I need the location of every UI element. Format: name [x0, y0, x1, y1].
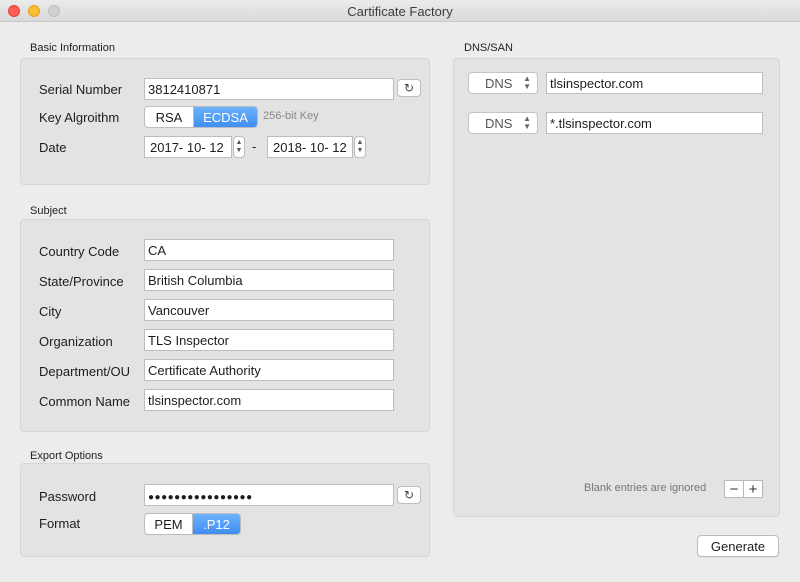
stepper-up-icon: ▲ [356, 139, 364, 146]
key-option-ecdsa[interactable]: ECDSA [194, 107, 257, 127]
chevron-updown-icon: ▲ ▼ [523, 74, 531, 91]
window-title: Cartificate Factory [347, 4, 453, 19]
department-field[interactable]: Certificate Authority [144, 359, 394, 381]
minus-icon: − [729, 480, 739, 498]
generate-button[interactable]: Generate [697, 535, 779, 557]
common-name-field[interactable]: tlsinspector.com [144, 389, 394, 411]
key-option-rsa[interactable]: RSA [145, 107, 194, 127]
regenerate-serial-button[interactable]: ↻ [397, 79, 421, 97]
start-date-stepper[interactable]: ▲ ▼ [233, 136, 245, 158]
serial-number-label: Serial Number [39, 82, 123, 97]
format-label: Format [39, 516, 81, 531]
stepper-down-icon: ▼ [356, 147, 364, 154]
dns-san-heading: DNS/SAN [464, 42, 513, 54]
stepper-up-icon: ▲ [235, 139, 243, 146]
password-label: Password [39, 489, 97, 504]
end-date-field[interactable]: 2018- 10- 12 [267, 136, 353, 158]
regenerate-password-button[interactable]: ↻ [397, 486, 421, 504]
key-size-hint: 256-bit Key [263, 110, 319, 122]
password-field[interactable]: ●●●●●●●●●●●●●●●● [144, 484, 394, 506]
dns-value-field-2[interactable]: *.tlsinspector.com [546, 112, 763, 134]
plus-icon: + [748, 480, 758, 498]
organization-label: Organization [39, 334, 113, 349]
refresh-icon: ↻ [403, 488, 415, 502]
dns-type-popup-2[interactable]: DNS ▲ ▼ [468, 112, 538, 134]
dns-value-field-1[interactable]: tlsinspector.com [546, 72, 763, 94]
end-date-stepper[interactable]: ▲ ▼ [354, 136, 366, 158]
date-label: Date [39, 140, 67, 155]
refresh-icon: ↻ [403, 81, 415, 95]
chevron-updown-icon: ▲ ▼ [523, 114, 531, 131]
dns-type-label: DNS [485, 75, 513, 91]
start-date-field[interactable]: 2017- 10- 12 [144, 136, 232, 158]
country-code-field[interactable]: CA [144, 239, 394, 261]
serial-number-field[interactable]: 3812410871 [144, 78, 394, 100]
country-code-label: Country Code [39, 244, 120, 259]
blank-entries-hint: Blank entries are ignored [584, 482, 707, 494]
key-algorithm-label: Key Algroithm [39, 110, 120, 125]
subject-heading: Subject [30, 205, 67, 217]
state-province-field[interactable]: British Columbia [144, 269, 394, 291]
format-control: PEM .P12 [144, 513, 241, 535]
key-algorithm-control: RSA ECDSA [144, 106, 258, 128]
date-range-separator: - [252, 139, 257, 154]
format-option-pem[interactable]: PEM [145, 514, 193, 534]
export-options-heading: Export Options [30, 450, 103, 462]
city-field[interactable]: Vancouver [144, 299, 394, 321]
stepper-down-icon: ▼ [235, 147, 243, 154]
remove-dns-entry-button[interactable]: − [724, 480, 744, 498]
dns-type-popup-1[interactable]: DNS ▲ ▼ [468, 72, 538, 94]
title-bar: Cartificate Factory [0, 0, 800, 22]
add-dns-entry-button[interactable]: + [743, 480, 763, 498]
common-name-label: Common Name [39, 394, 131, 409]
organization-field[interactable]: TLS Inspector [144, 329, 394, 351]
dns-type-label: DNS [485, 115, 513, 131]
city-label: City [39, 304, 62, 319]
export-options-group [20, 463, 430, 557]
department-label: Department/OU [39, 364, 131, 379]
format-option-p12[interactable]: .P12 [193, 514, 240, 534]
state-province-label: State/Province [39, 274, 124, 289]
basic-information-heading: Basic Information [30, 42, 115, 54]
